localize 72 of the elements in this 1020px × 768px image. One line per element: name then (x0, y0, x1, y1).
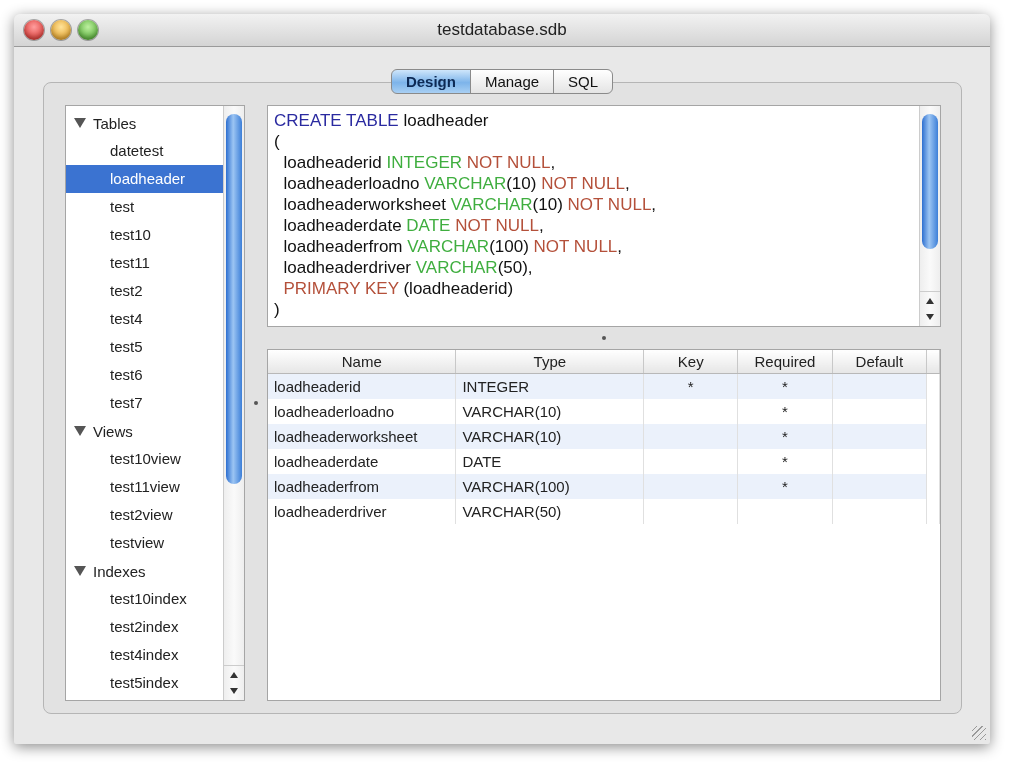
sidebar-item[interactable]: test11view (66, 473, 223, 501)
sidebar-item[interactable]: datetest (66, 137, 223, 165)
code-line: CREATE TABLE loadheader (274, 110, 489, 131)
code-line: loadheaderworksheet VARCHAR(10) NOT NULL, (282, 194, 657, 215)
column-header[interactable]: Default (832, 350, 927, 374)
group-label: Views (93, 422, 133, 440)
table-cell: VARCHAR(10) (462, 403, 562, 420)
disclosure-triangle-icon[interactable] (74, 118, 86, 128)
table-cell: loadheaderid (274, 378, 361, 395)
scrollbar[interactable] (223, 106, 244, 700)
scrollbar[interactable] (919, 106, 940, 326)
table-cell: loadheaderdate (274, 453, 379, 470)
sidebar-item[interactable]: test11 (66, 249, 223, 277)
scroll-down-arrow-icon[interactable] (926, 314, 934, 320)
table-cell: * (782, 453, 788, 470)
table-cell: VARCHAR(10) (462, 428, 562, 445)
code-line: loadheaderloadno VARCHAR(10) NOT NULL, (282, 173, 630, 194)
code-line: loadheaderfrom VARCHAR(100) NOT NULL, (282, 236, 623, 257)
code-line: loadheaderdriver VARCHAR(50), (282, 257, 533, 278)
code-line: ( (274, 131, 280, 152)
disclosure-triangle-icon[interactable] (74, 426, 86, 436)
sidebar-item[interactable]: test4index (66, 641, 223, 669)
table-cell: * (782, 478, 788, 495)
table-cell: loadheaderdriver (274, 503, 387, 520)
sidebar-item[interactable]: loadheader (66, 165, 223, 193)
sidebar-item[interactable]: test2index (66, 613, 223, 641)
table-cell: * (782, 428, 788, 445)
code-line: PRIMARY KEY (loadheaderid) (282, 278, 514, 299)
table-cell: INTEGER (462, 378, 530, 395)
column-header[interactable]: Key (643, 350, 738, 374)
column-header[interactable]: Type (455, 350, 644, 374)
sidebar-item[interactable]: test2view (66, 501, 223, 529)
minimize-button[interactable] (51, 20, 71, 40)
sidebar-item[interactable]: test10 (66, 221, 223, 249)
zoom-button[interactable] (78, 20, 98, 40)
tab[interactable]: Design (390, 69, 471, 94)
sidebar-item[interactable]: test10index (66, 585, 223, 613)
window-title: testdatabase.sdb (437, 20, 567, 40)
sidebar-item[interactable]: test4 (66, 305, 223, 333)
scroll-down-arrow-icon[interactable] (230, 688, 238, 694)
tab[interactable]: Manage (469, 69, 555, 94)
sidebar-item[interactable]: test2 (66, 277, 223, 305)
table-cell: VARCHAR(100) (462, 478, 570, 495)
table-cell: loadheaderloadno (274, 403, 395, 420)
close-button[interactable] (24, 20, 44, 40)
sidebar-item[interactable]: test7 (66, 389, 223, 417)
table-cell: loadheaderfrom (274, 478, 380, 495)
sidebar-item[interactable]: testview (66, 529, 223, 557)
scroll-up-arrow-icon[interactable] (926, 298, 934, 304)
sidebar-item[interactable]: test (66, 193, 223, 221)
sql-editor[interactable] (267, 105, 941, 327)
sidebar-item[interactable]: test6 (66, 361, 223, 389)
table-cell: * (782, 403, 788, 420)
group-label: Indexes (93, 562, 146, 580)
scroll-up-arrow-icon[interactable] (230, 672, 238, 678)
resize-grip-icon[interactable] (972, 726, 986, 740)
disclosure-triangle-icon[interactable] (74, 566, 86, 576)
sidebar-item[interactable]: test10view (66, 445, 223, 473)
table-cell: * (782, 378, 788, 395)
column-header[interactable]: Name (268, 350, 456, 374)
code-line: ) (274, 299, 280, 320)
table-cell: * (687, 378, 694, 395)
sidebar-item[interactable]: test5index (66, 669, 223, 697)
table-cell: DATE (462, 453, 502, 470)
sidebar-item[interactable]: test5 (66, 333, 223, 361)
code-line: loadheaderdate DATE NOT NULL, (282, 215, 544, 236)
column-header[interactable]: Required (737, 350, 833, 374)
group-label: Tables (93, 114, 137, 132)
table-cell: loadheaderworksheet (274, 428, 418, 445)
code-line: loadheaderid INTEGER NOT NULL, (282, 152, 556, 173)
table-cell: VARCHAR(50) (462, 503, 562, 520)
tab[interactable]: SQL (553, 69, 614, 94)
